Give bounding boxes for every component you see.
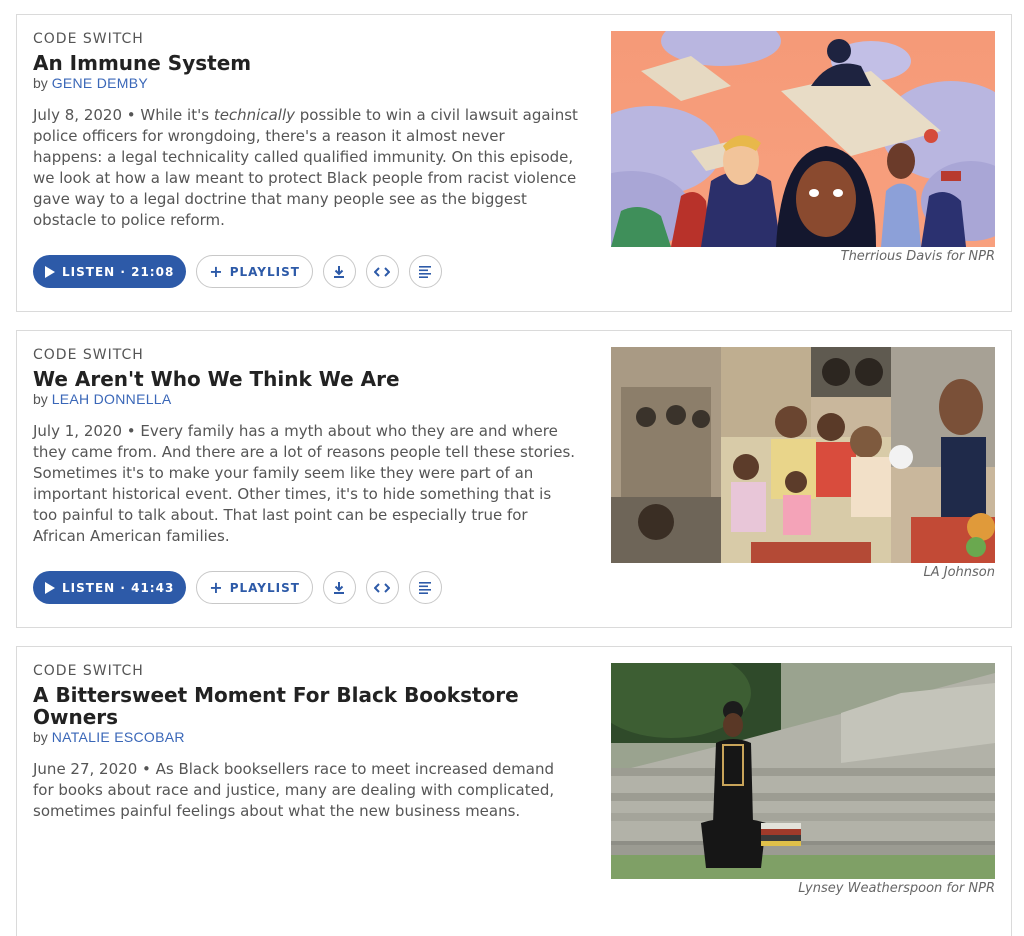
byline: by GENE DEMBY xyxy=(33,75,578,91)
story-date: July 1, 2020 xyxy=(33,422,122,440)
embed-button[interactable] xyxy=(365,255,399,288)
story-slug[interactable]: CODE SWITCH xyxy=(33,31,578,47)
byline-prefix: by xyxy=(33,75,48,91)
story-title[interactable]: A Bittersweet Moment For Black Bookstore… xyxy=(33,684,578,728)
transcript-icon xyxy=(419,581,432,594)
collage-image[interactable] xyxy=(611,347,995,563)
download-icon xyxy=(334,581,345,594)
story-text: CODE SWITCH An Immune System by GENE DEM… xyxy=(33,31,578,231)
story-teaser: June 27, 2020 • As Black booksellers rac… xyxy=(33,759,578,822)
listen-button[interactable]: LISTEN · 41:43 xyxy=(33,571,187,604)
story-text: CODE SWITCH A Bittersweet Moment For Bla… xyxy=(33,663,578,822)
audio-controls: LISTEN · 41:43 + PLAYLIST xyxy=(33,571,442,604)
story-image[interactable]: LA Johnson xyxy=(611,347,995,580)
image-credit: LA Johnson xyxy=(923,565,996,580)
story-image[interactable]: Therrious Davis for NPR xyxy=(611,31,995,264)
download-icon xyxy=(334,265,345,278)
byline: by LEAH DONNELLA xyxy=(33,391,578,407)
story-card: CODE SWITCH A Bittersweet Moment For Bla… xyxy=(16,646,1012,936)
story-slug[interactable]: CODE SWITCH xyxy=(33,663,578,679)
story-text: CODE SWITCH We Aren't Who We Think We Ar… xyxy=(33,347,578,547)
embed-icon xyxy=(374,582,391,593)
teaser-text: • While it's xyxy=(122,106,214,124)
play-icon xyxy=(45,581,55,594)
story-title[interactable]: We Aren't Who We Think We Are xyxy=(33,368,578,390)
teaser-emphasis: technically xyxy=(213,106,296,124)
transcript-button[interactable] xyxy=(408,571,442,604)
play-icon xyxy=(45,265,55,278)
listen-label: LISTEN · 21:08 xyxy=(62,264,175,279)
story-card: CODE SWITCH We Aren't Who We Think We Ar… xyxy=(16,330,1012,628)
transcript-icon xyxy=(419,265,432,278)
author-link[interactable]: NATALIE ESCOBAR xyxy=(52,729,185,745)
story-date: June 27, 2020 xyxy=(33,760,138,778)
image-credit: Therrious Davis for NPR xyxy=(840,249,995,264)
story-slug[interactable]: CODE SWITCH xyxy=(33,347,578,363)
audio-controls: LISTEN · 21:08 + PLAYLIST xyxy=(33,255,442,288)
author-link[interactable]: GENE DEMBY xyxy=(52,75,148,91)
transcript-button[interactable] xyxy=(408,255,442,288)
byline-prefix: by xyxy=(33,391,48,407)
add-to-playlist-button[interactable]: + PLAYLIST xyxy=(196,255,313,288)
teaser-text-rest: possible to win a civil lawsuit against … xyxy=(33,106,578,229)
story-card: CODE SWITCH An Immune System by GENE DEM… xyxy=(16,14,1012,312)
teaser-text: • Every family has a myth about who they… xyxy=(33,422,576,545)
image-credit: Lynsey Weatherspoon for NPR xyxy=(798,881,995,896)
download-button[interactable] xyxy=(322,255,356,288)
author-link[interactable]: LEAH DONNELLA xyxy=(52,391,172,407)
listen-label: LISTEN · 41:43 xyxy=(62,580,175,595)
byline-prefix: by xyxy=(33,729,48,745)
illustration-image[interactable] xyxy=(611,31,995,247)
story-title[interactable]: An Immune System xyxy=(33,52,578,74)
playlist-label: PLAYLIST xyxy=(229,264,300,279)
story-teaser: July 8, 2020 • While it's technically po… xyxy=(33,105,578,231)
download-button[interactable] xyxy=(322,571,356,604)
playlist-label: PLAYLIST xyxy=(229,580,300,595)
listen-button[interactable]: LISTEN · 21:08 xyxy=(33,255,187,288)
story-image[interactable]: Lynsey Weatherspoon for NPR xyxy=(611,663,995,896)
plus-icon: + xyxy=(209,577,224,597)
add-to-playlist-button[interactable]: + PLAYLIST xyxy=(196,571,313,604)
story-teaser: July 1, 2020 • Every family has a myth a… xyxy=(33,421,578,547)
embed-button[interactable] xyxy=(365,571,399,604)
byline: by NATALIE ESCOBAR xyxy=(33,729,578,745)
photo-image[interactable] xyxy=(611,663,995,879)
story-date: July 8, 2020 xyxy=(33,106,122,124)
plus-icon: + xyxy=(209,261,224,281)
embed-icon xyxy=(374,266,391,277)
